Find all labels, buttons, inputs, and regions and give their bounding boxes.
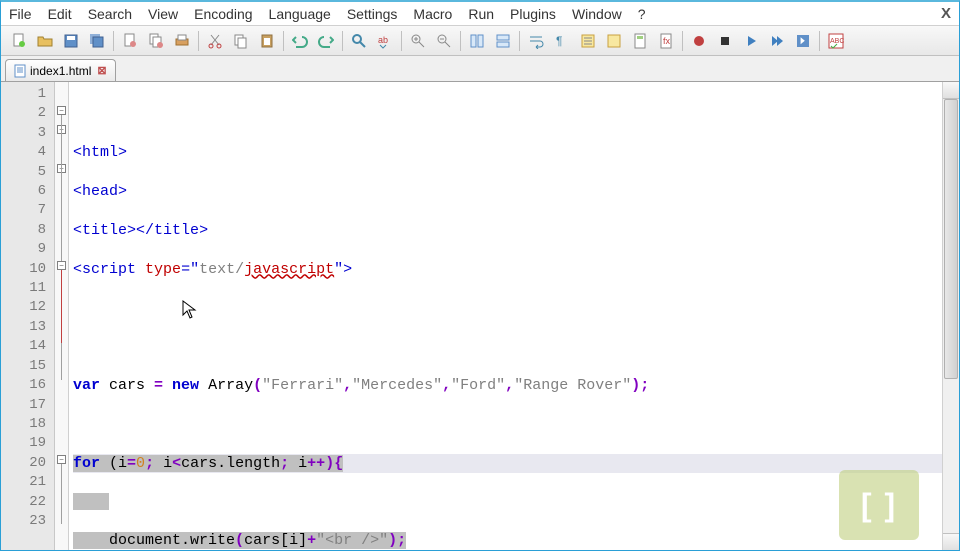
menu-encoding[interactable]: Encoding — [194, 6, 252, 22]
sync-v-icon[interactable] — [465, 29, 489, 53]
save-icon[interactable] — [59, 29, 83, 53]
doc-map-icon[interactable] — [628, 29, 652, 53]
line-num: 8 — [1, 221, 46, 240]
close-file-icon[interactable] — [118, 29, 142, 53]
tab-label: index1.html — [30, 64, 91, 78]
fold-gutter: − − − − − — [55, 82, 69, 550]
tab-index1[interactable]: index1.html ⊠ — [5, 59, 116, 81]
scroll-down-icon[interactable] — [943, 533, 959, 550]
line-num: 16 — [1, 376, 46, 395]
menu-plugins[interactable]: Plugins — [510, 6, 556, 22]
show-all-chars-icon[interactable]: ¶ — [550, 29, 574, 53]
line-num: 17 — [1, 396, 46, 415]
spellcheck-icon[interactable]: ABC — [824, 29, 848, 53]
redo-icon[interactable] — [314, 29, 338, 53]
line-num: 1 — [1, 85, 46, 104]
cut-icon[interactable] — [203, 29, 227, 53]
line-num: 7 — [1, 201, 46, 220]
fold-toggle-icon[interactable]: − — [57, 261, 66, 270]
fold-toggle-icon[interactable]: − — [57, 455, 66, 464]
line-num: 22 — [1, 493, 46, 512]
line-num: 5 — [1, 163, 46, 182]
line-num: 4 — [1, 143, 46, 162]
line-num: 15 — [1, 357, 46, 376]
record-macro-icon[interactable] — [687, 29, 711, 53]
play-macro-icon[interactable] — [739, 29, 763, 53]
app-window: File Edit Search View Encoding Language … — [0, 0, 960, 551]
line-num: 9 — [1, 240, 46, 259]
scroll-thumb[interactable] — [944, 99, 958, 379]
menu-settings[interactable]: Settings — [347, 6, 398, 22]
indent-guide-icon[interactable] — [576, 29, 600, 53]
menu-help[interactable]: ? — [638, 6, 646, 22]
editor-area: 1 2 3 4 5 6 7 8 9 10 11 12 13 14 15 16 1… — [1, 82, 959, 550]
line-num: 12 — [1, 298, 46, 317]
menu-view[interactable]: View — [148, 6, 178, 22]
user-lang-icon[interactable] — [602, 29, 626, 53]
line-num: 3 — [1, 124, 46, 143]
menu-edit[interactable]: Edit — [48, 6, 72, 22]
save-all-icon[interactable] — [85, 29, 109, 53]
line-num: 10 — [1, 260, 46, 279]
close-all-icon[interactable] — [144, 29, 168, 53]
line-num: 20 — [1, 454, 46, 473]
line-num: 2 — [1, 104, 46, 123]
scroll-up-icon[interactable] — [943, 82, 959, 99]
sync-h-icon[interactable] — [491, 29, 515, 53]
function-list-icon[interactable]: fx — [654, 29, 678, 53]
fold-toggle-icon[interactable]: − — [57, 106, 66, 115]
undo-icon[interactable] — [288, 29, 312, 53]
file-icon — [14, 64, 26, 78]
line-num: 18 — [1, 415, 46, 434]
replace-icon[interactable]: ab — [373, 29, 397, 53]
line-num: 21 — [1, 473, 46, 492]
zoom-in-icon[interactable] — [406, 29, 430, 53]
copy-icon[interactable] — [229, 29, 253, 53]
vertical-scrollbar[interactable] — [942, 82, 959, 550]
tab-close-icon[interactable]: ⊠ — [97, 64, 106, 77]
line-number-gutter: 1 2 3 4 5 6 7 8 9 10 11 12 13 14 15 16 1… — [1, 82, 55, 550]
stop-macro-icon[interactable] — [713, 29, 737, 53]
line-num: 6 — [1, 182, 46, 201]
line-num: 19 — [1, 434, 46, 453]
open-file-icon[interactable] — [33, 29, 57, 53]
svg-text:ab: ab — [378, 35, 388, 45]
line-num: 13 — [1, 318, 46, 337]
line-num: 14 — [1, 337, 46, 356]
new-file-icon[interactable] — [7, 29, 31, 53]
code-content[interactable]: <html> <head> <title></title> <script ty… — [69, 82, 942, 550]
menu-macro[interactable]: Macro — [413, 6, 452, 22]
menu-window[interactable]: Window — [572, 6, 622, 22]
print-icon[interactable] — [170, 29, 194, 53]
menu-run[interactable]: Run — [468, 6, 494, 22]
window-close-icon[interactable]: X — [941, 5, 951, 22]
watermark-logo — [839, 470, 919, 540]
wordwrap-icon[interactable] — [524, 29, 548, 53]
tabbar: index1.html ⊠ — [1, 56, 959, 82]
toolbar: ab ¶ fx ABC — [1, 26, 959, 56]
save-macro-icon[interactable] — [791, 29, 815, 53]
paste-icon[interactable] — [255, 29, 279, 53]
svg-text:¶: ¶ — [556, 34, 562, 48]
play-multi-icon[interactable] — [765, 29, 789, 53]
line-num: 23 — [1, 512, 46, 531]
menu-search[interactable]: Search — [88, 6, 132, 22]
svg-text:fx: fx — [663, 36, 671, 46]
menubar: File Edit Search View Encoding Language … — [1, 2, 959, 26]
menu-language[interactable]: Language — [269, 6, 331, 22]
line-num: 11 — [1, 279, 46, 298]
menu-file[interactable]: File — [9, 6, 32, 22]
svg-text:ABC: ABC — [830, 38, 844, 45]
zoom-out-icon[interactable] — [432, 29, 456, 53]
find-icon[interactable] — [347, 29, 371, 53]
